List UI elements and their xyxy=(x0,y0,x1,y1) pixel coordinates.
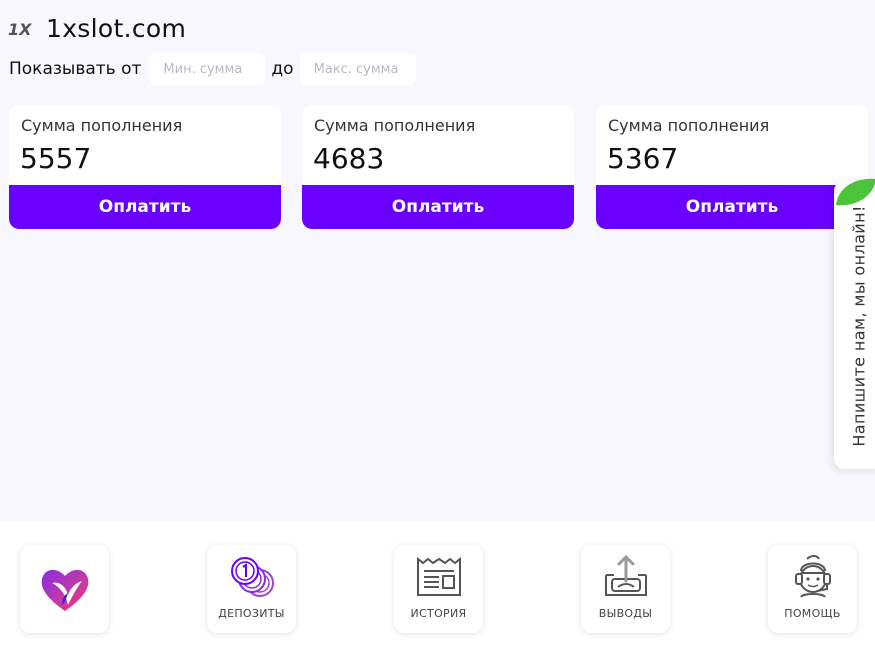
card-title: Сумма пополнения xyxy=(21,116,183,135)
nav-label: ВЫВОДЫ xyxy=(598,607,653,620)
amount-filter: Показывать от до xyxy=(9,53,416,85)
filter-label-to: до xyxy=(271,59,294,79)
brand-logo-icon: 1X xyxy=(8,20,32,39)
pay-button[interactable]: Оплатить xyxy=(596,185,868,229)
pay-button[interactable]: Оплатить xyxy=(9,185,281,229)
card-title: Сумма пополнения xyxy=(314,116,476,135)
card-amount: 5557 xyxy=(20,142,92,175)
chat-widget-label: Напишите нам, мы онлайн! xyxy=(849,205,869,447)
nav-help[interactable]: ПОМОЩЬ xyxy=(768,545,857,633)
payment-page: 1X 1xslot.com Показывать от до Сумма поп… xyxy=(0,0,875,651)
nav-label: ИСТОРИЯ xyxy=(410,607,467,620)
max-amount-input[interactable] xyxy=(299,53,416,85)
card-amount: 4683 xyxy=(313,142,385,175)
bottom-navigation: ДЕПОЗИТЫ ИСТОРИЯ ВЫВОДЫ ПОМОЩЬ xyxy=(0,521,875,651)
receipt-icon xyxy=(416,556,461,596)
nav-deposits[interactable]: ДЕПОЗИТЫ xyxy=(207,545,296,633)
deposit-card: Сумма пополнения 5367 Оплатить xyxy=(596,105,868,229)
pay-button[interactable]: Оплатить xyxy=(302,185,574,229)
deposit-card: Сумма пополнения 5557 Оплатить xyxy=(9,105,281,229)
nav-label: ДЕПОЗИТЫ xyxy=(218,607,285,620)
deposit-card: Сумма пополнения 4683 Оплатить xyxy=(302,105,574,229)
nav-home-logo[interactable] xyxy=(20,545,109,633)
chat-widget-tab[interactable]: Напишите нам, мы онлайн! xyxy=(834,178,875,469)
card-title: Сумма пополнения xyxy=(608,116,770,135)
svg-text:1X: 1X xyxy=(8,20,32,39)
filter-label-from: Показывать от xyxy=(9,59,142,79)
nav-withdrawals[interactable]: ВЫВОДЫ xyxy=(581,545,670,633)
nav-history[interactable]: ИСТОРИЯ xyxy=(394,545,483,633)
support-agent-icon xyxy=(794,555,831,598)
heart-bird-logo-icon xyxy=(41,569,88,611)
site-name: 1xslot.com xyxy=(46,14,187,43)
nav-label: ПОМОЩЬ xyxy=(784,607,841,620)
coins-icon xyxy=(230,557,274,597)
min-amount-input[interactable] xyxy=(149,53,266,85)
header: 1X 1xslot.com xyxy=(8,14,186,43)
withdraw-icon xyxy=(604,554,647,596)
card-amount: 5367 xyxy=(607,142,679,175)
